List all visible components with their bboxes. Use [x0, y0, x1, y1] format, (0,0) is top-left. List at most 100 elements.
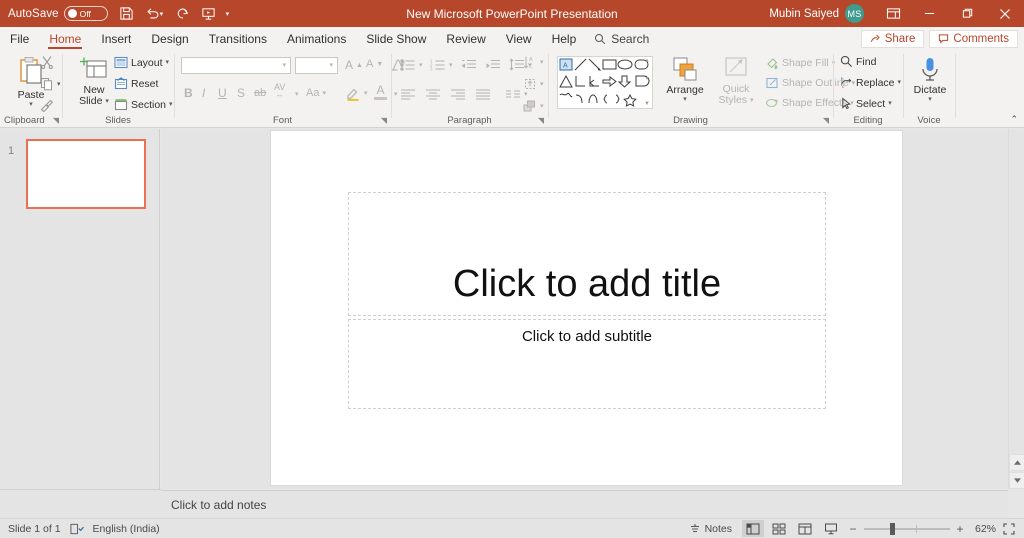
strikethrough-button[interactable]: ab [254, 87, 266, 99]
convert-to-smartart-button[interactable]: ▾ [523, 99, 544, 113]
dictate-dropdown-caret[interactable]: ▾ [928, 96, 932, 103]
align-text-dropdown-caret[interactable]: ▾ [540, 81, 544, 88]
search-input[interactable]: Search [594, 32, 649, 46]
zoom-slider[interactable] [864, 523, 950, 535]
copy-button[interactable]: ▾ [40, 77, 61, 91]
arrange-dropdown-caret[interactable]: ▾ [683, 96, 687, 103]
section-button[interactable]: Section ▾ [114, 98, 173, 111]
slide-canvas[interactable]: Click to add title Click to add subtitle [270, 130, 903, 486]
align-text-button[interactable]: ▾ [523, 77, 544, 91]
avatar[interactable]: MS [845, 4, 864, 23]
shapes-gallery-scroll-down[interactable]: ▾ [643, 75, 651, 82]
tab-transitions[interactable]: Transitions [199, 27, 277, 50]
subtitle-placeholder[interactable]: Click to add subtitle [348, 319, 826, 409]
text-highlight-dropdown-caret[interactable]: ▾ [364, 90, 368, 97]
notes-pane[interactable]: Click to add notes [161, 490, 1008, 518]
tab-animations[interactable]: Animations [277, 27, 356, 50]
scroll-down-button[interactable] [1009, 472, 1024, 489]
restore-button[interactable] [948, 0, 986, 27]
reading-view-button[interactable] [794, 520, 816, 537]
text-direction-button[interactable]: AZ ▾ [523, 55, 544, 69]
tab-help[interactable]: Help [542, 27, 587, 50]
zoom-slider-handle[interactable] [890, 523, 895, 535]
slide-show-view-button[interactable] [820, 520, 842, 537]
align-left-button[interactable] [400, 88, 416, 100]
numbering-button[interactable]: 1 23 ▾ [430, 58, 453, 72]
character-spacing-dropdown-caret[interactable]: ▾ [295, 91, 299, 98]
minimize-button[interactable] [910, 0, 948, 27]
font-size-input[interactable]: ▾ [295, 57, 338, 74]
autosave-toggle[interactable]: Off [64, 6, 108, 21]
replace-button[interactable]: b c Replace ▾ [840, 76, 901, 89]
new-slide-dropdown-caret[interactable]: ▾ [105, 98, 109, 105]
zoom-percent-label[interactable]: 62% [970, 523, 996, 535]
change-case-button[interactable]: Aa ▾ [306, 87, 326, 99]
replace-dropdown-caret[interactable]: ▾ [898, 79, 902, 86]
tab-view[interactable]: View [496, 27, 542, 50]
zoom-out-button[interactable]: − [846, 522, 860, 536]
select-button[interactable]: Select ▾ [840, 97, 892, 110]
fit-to-window-button[interactable] [1000, 523, 1018, 535]
new-slide-button[interactable]: New Slide ▾ [71, 56, 117, 107]
paragraph-dialog-launcher[interactable]: ◥ [538, 117, 544, 125]
change-case-dropdown-caret[interactable]: ▾ [322, 90, 326, 97]
columns-dropdown-caret[interactable]: ▾ [524, 91, 528, 98]
font-dialog-launcher[interactable]: ◥ [381, 117, 387, 125]
tab-home[interactable]: Home [39, 27, 91, 50]
paste-dropdown-caret[interactable]: ▾ [29, 101, 33, 108]
underline-button[interactable]: U [218, 86, 227, 100]
language-label[interactable]: English (India) [93, 523, 160, 535]
start-from-beginning-icon[interactable] [196, 2, 222, 26]
thumbnail-slide-1[interactable]: 1 [0, 139, 160, 219]
grow-font-button[interactable]: A▲ [345, 58, 363, 72]
accessibility-checker-icon[interactable] [70, 523, 84, 535]
bullets-dropdown-caret[interactable]: ▾ [419, 62, 423, 69]
quick-styles-dropdown-caret[interactable]: ▾ [750, 97, 754, 104]
shape-fill-button[interactable]: Shape Fill ▾ [765, 56, 835, 70]
tab-review[interactable]: Review [436, 27, 495, 50]
shapes-gallery-scroll-up[interactable]: ▲ [643, 58, 651, 64]
text-direction-dropdown-caret[interactable]: ▾ [540, 59, 544, 66]
italic-button[interactable]: I [202, 86, 205, 100]
text-shadow-button[interactable]: S [237, 86, 245, 100]
share-button[interactable]: Share [861, 30, 925, 48]
collapse-ribbon-button[interactable]: ⌃ [1010, 114, 1018, 125]
shapes-gallery-more[interactable]: ▼ [643, 101, 651, 107]
customize-quick-access-toolbar-icon[interactable]: ▾ [226, 10, 236, 18]
reset-button[interactable]: Reset [114, 77, 158, 90]
smartart-dropdown-caret[interactable]: ▾ [540, 103, 544, 110]
select-dropdown-caret[interactable]: ▾ [888, 100, 892, 107]
slide-count-label[interactable]: Slide 1 of 1 [8, 523, 61, 535]
arrange-button[interactable]: Arrange ▾ [661, 56, 709, 103]
character-spacing-button[interactable]: AV ↔ [274, 83, 285, 99]
decrease-indent-button[interactable] [461, 58, 477, 72]
drawing-dialog-launcher[interactable]: ◥ [823, 117, 829, 125]
bullets-button[interactable]: ▾ [400, 58, 423, 72]
ribbon-display-options-icon[interactable] [876, 0, 910, 27]
slide-editor-area[interactable]: Click to add title Click to add subtitle [161, 129, 1024, 489]
text-highlight-color-button[interactable]: ▾ [345, 85, 368, 101]
vertical-scrollbar[interactable] [1008, 129, 1024, 489]
layout-dropdown-caret[interactable]: ▾ [166, 59, 170, 66]
normal-view-button[interactable] [742, 520, 764, 537]
tab-slide-show[interactable]: Slide Show [356, 27, 436, 50]
zoom-in-button[interactable]: + [954, 522, 966, 536]
close-button[interactable] [986, 0, 1024, 27]
tab-design[interactable]: Design [141, 27, 198, 50]
increase-indent-button[interactable] [485, 58, 501, 72]
shapes-gallery[interactable]: A ▲ ▾ ▼ [557, 56, 653, 109]
copy-dropdown-caret[interactable]: ▾ [57, 81, 61, 88]
font-color-button[interactable]: A [374, 83, 387, 100]
comments-button[interactable]: Comments [929, 30, 1018, 48]
tab-file[interactable]: File [0, 27, 39, 50]
layout-button[interactable]: Layout ▾ [114, 56, 169, 69]
quick-styles-button[interactable]: Quick Styles ▾ [712, 56, 760, 106]
font-size-dropdown-caret[interactable]: ▾ [329, 62, 333, 69]
thumbnail-preview[interactable] [26, 139, 146, 209]
redo-icon[interactable] [170, 2, 196, 26]
numbering-dropdown-caret[interactable]: ▾ [449, 62, 453, 69]
font-name-input[interactable]: ▾ [181, 57, 291, 74]
shrink-font-button[interactable]: A▼ [366, 58, 383, 70]
notes-toggle-button[interactable]: Notes [689, 523, 732, 535]
scroll-up-button[interactable] [1009, 454, 1024, 471]
